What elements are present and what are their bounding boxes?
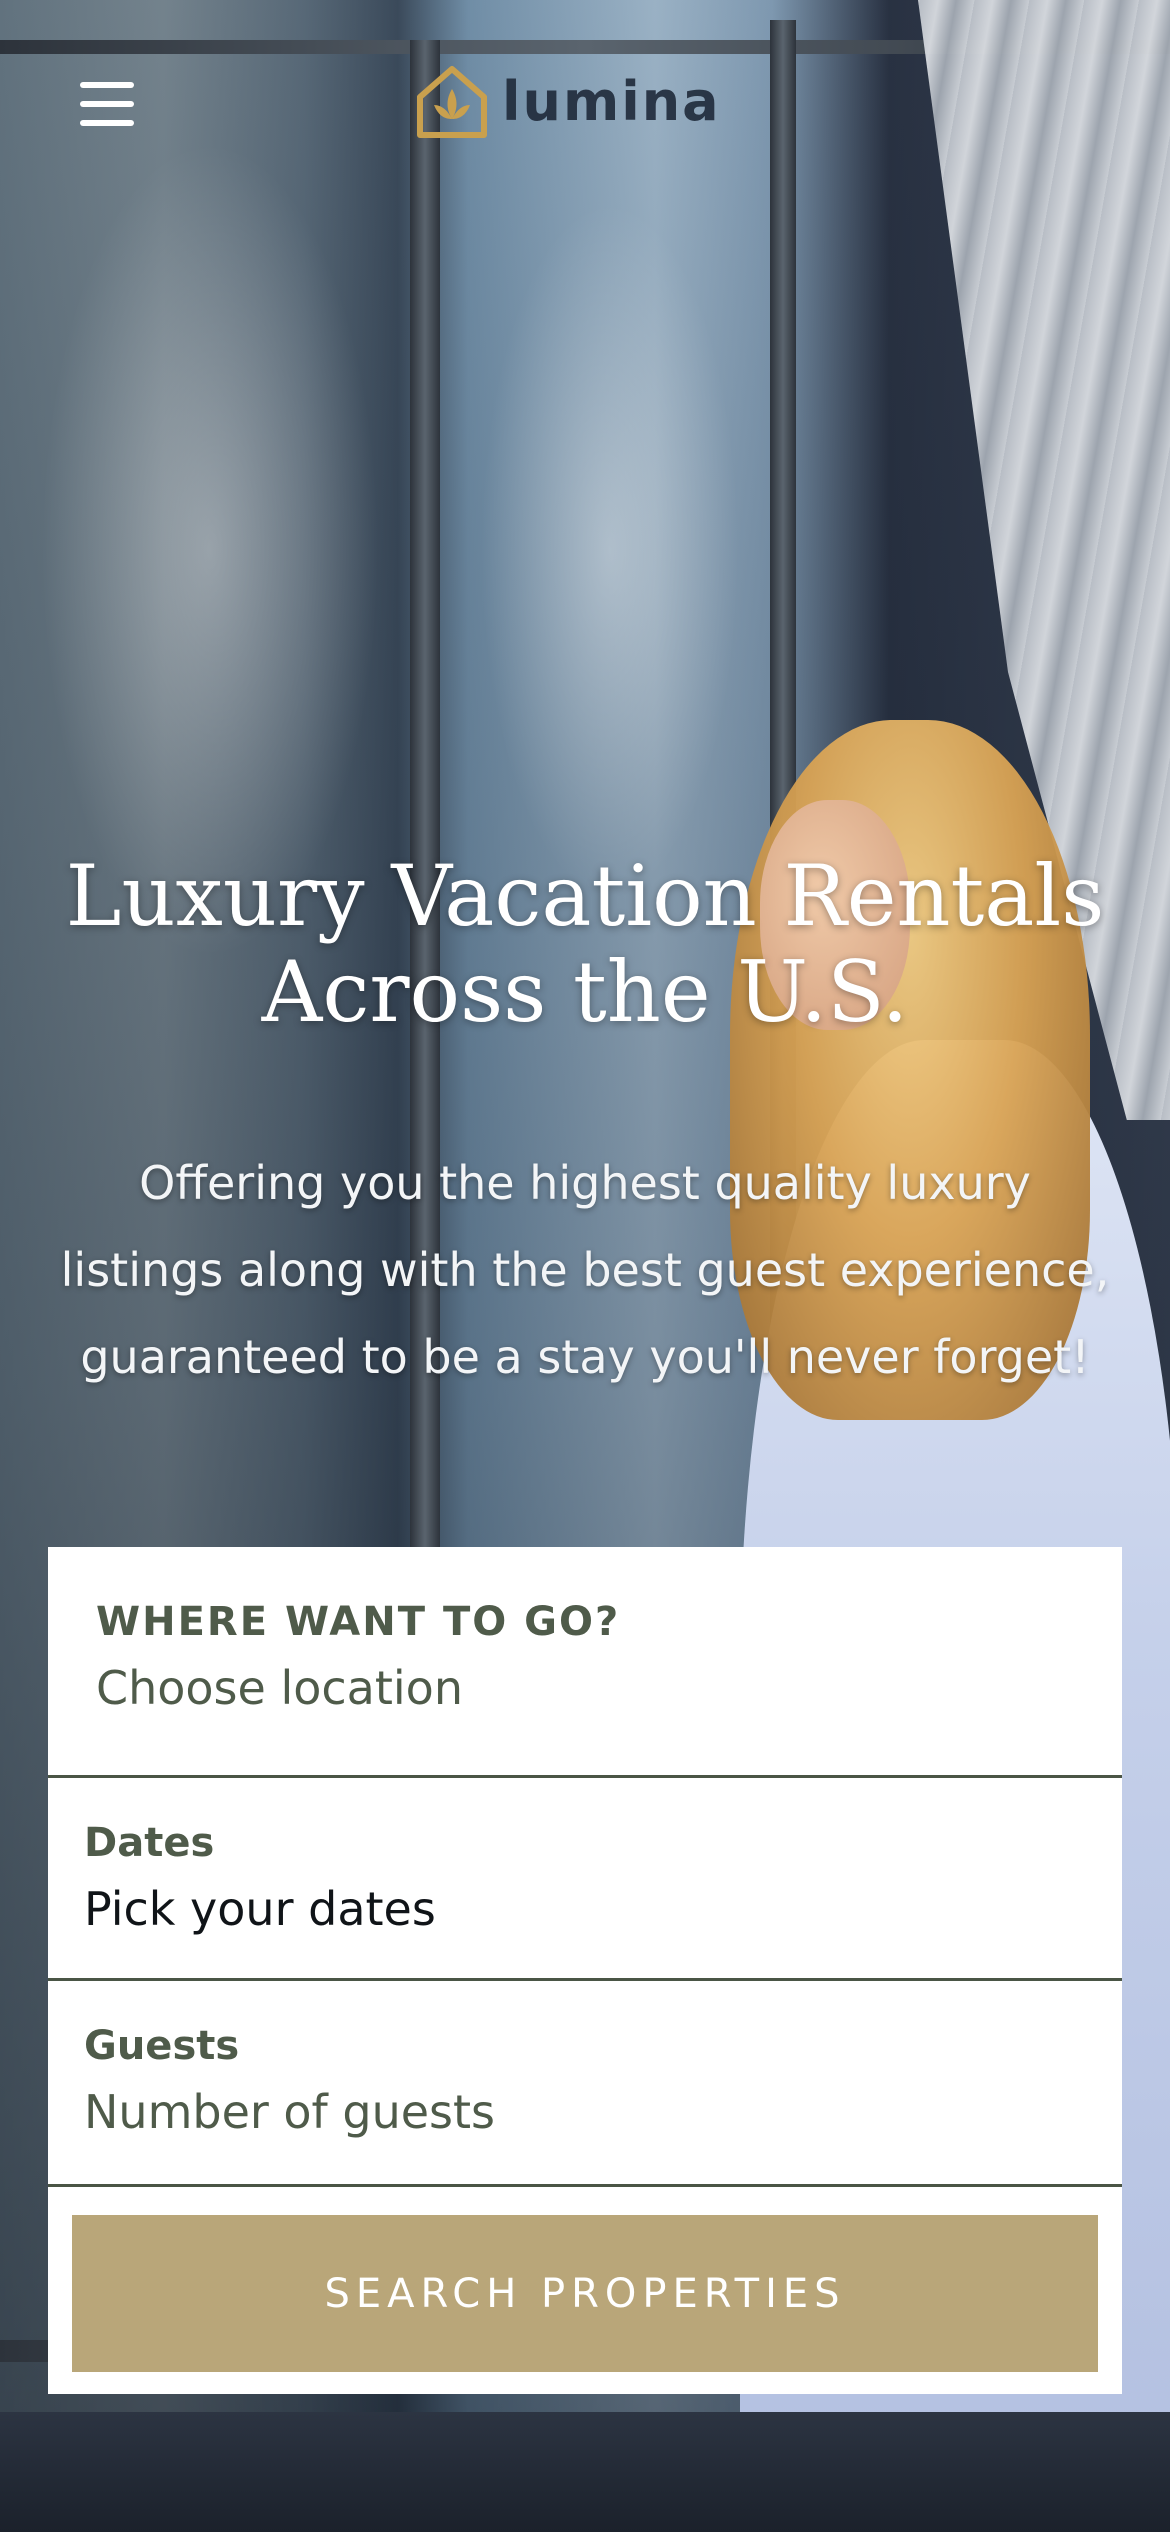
- glass-reflection: [40, 140, 380, 960]
- dates-field[interactable]: Dates Pick your dates: [48, 1778, 1122, 1981]
- dates-label: Dates: [84, 1820, 215, 1866]
- site-header: Lumina: [0, 0, 1170, 210]
- location-label: WHERE WANT TO GO?: [96, 1599, 621, 1645]
- hero-subtitle: Offering you the highest quality luxury …: [60, 1156, 1110, 1384]
- glass-reflection: [480, 200, 740, 900]
- guests-select[interactable]: Number of guests: [84, 2085, 495, 2139]
- location-field[interactable]: WHERE WANT TO GO? Choose location: [48, 1547, 1122, 1778]
- dates-picker[interactable]: Pick your dates: [84, 1882, 436, 1936]
- search-form: WHERE WANT TO GO? Choose location Dates …: [48, 1547, 1122, 2394]
- logo[interactable]: Lumina: [412, 58, 752, 144]
- search-properties-button[interactable]: SEARCH PROPERTIES: [72, 2215, 1098, 2372]
- hero-title: Luxury Vacation Rentals Across the U.S.: [65, 847, 1105, 1041]
- hamburger-menu-icon[interactable]: [78, 78, 138, 130]
- guests-label: Guests: [84, 2023, 240, 2069]
- guests-field[interactable]: Guests Number of guests: [48, 1981, 1122, 2187]
- house-leaf-logo-icon: [417, 66, 487, 138]
- logo-text: Lumina: [502, 69, 721, 133]
- floor: [0, 2412, 1170, 2532]
- location-select[interactable]: Choose location: [96, 1661, 463, 1715]
